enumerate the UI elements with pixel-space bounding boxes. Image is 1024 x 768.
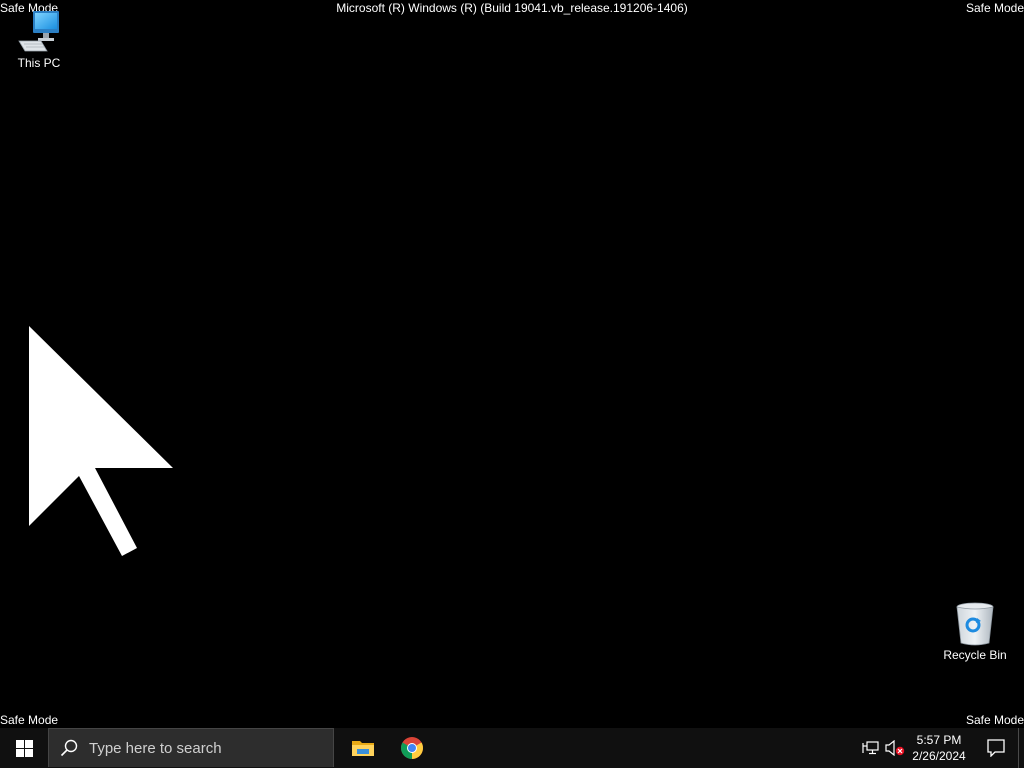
taskbar-search-box[interactable]: Type here to search bbox=[48, 728, 334, 767]
desktop-icon-label: Recycle Bin bbox=[943, 648, 1007, 662]
safe-mode-label-top-right: Safe Mode bbox=[965, 1, 1024, 15]
taskbar-app-chrome[interactable] bbox=[388, 728, 436, 768]
network-icon bbox=[862, 741, 879, 755]
search-icon bbox=[49, 728, 89, 768]
folder-icon bbox=[352, 741, 374, 756]
mouse-pointer-icon bbox=[29, 326, 173, 556]
desktop[interactable]: Safe Mode Microsoft (R) Windows (R) (Bui… bbox=[0, 0, 1024, 728]
tray-network[interactable] bbox=[860, 728, 882, 768]
search-placeholder: Type here to search bbox=[89, 739, 222, 757]
taskbar-clock[interactable]: 5:57 PM 2/26/2024 bbox=[906, 728, 972, 768]
desktop-icon-label: This PC bbox=[17, 56, 61, 70]
tray-volume[interactable] bbox=[884, 728, 906, 768]
clock-time: 5:57 PM bbox=[916, 733, 962, 747]
desktop-icon-this-pc[interactable]: This PC bbox=[1, 9, 77, 70]
notification-icon bbox=[987, 739, 1005, 757]
action-center-button[interactable] bbox=[976, 728, 1016, 768]
safe-mode-label-bottom-right: Safe Mode bbox=[965, 713, 1024, 727]
taskbar: Type here to search 5:57 PM 2/26/2024 bbox=[0, 728, 1024, 768]
start-button[interactable] bbox=[0, 728, 48, 768]
chrome-icon bbox=[401, 737, 423, 759]
show-desktop-button[interactable] bbox=[1018, 728, 1024, 768]
desktop-icon-recycle-bin[interactable]: Recycle Bin bbox=[937, 601, 1013, 662]
computer-icon bbox=[18, 11, 59, 52]
windows-logo-icon bbox=[15, 739, 33, 757]
clock-date: 2/26/2024 bbox=[912, 749, 966, 763]
build-label: Microsoft (R) Windows (R) (Build 19041.v… bbox=[336, 1, 688, 15]
taskbar-app-file-explorer[interactable] bbox=[339, 728, 387, 768]
volume-muted-icon bbox=[885, 740, 905, 756]
safe-mode-label-bottom-left: Safe Mode bbox=[0, 713, 59, 727]
recycle-bin-icon bbox=[956, 602, 994, 646]
